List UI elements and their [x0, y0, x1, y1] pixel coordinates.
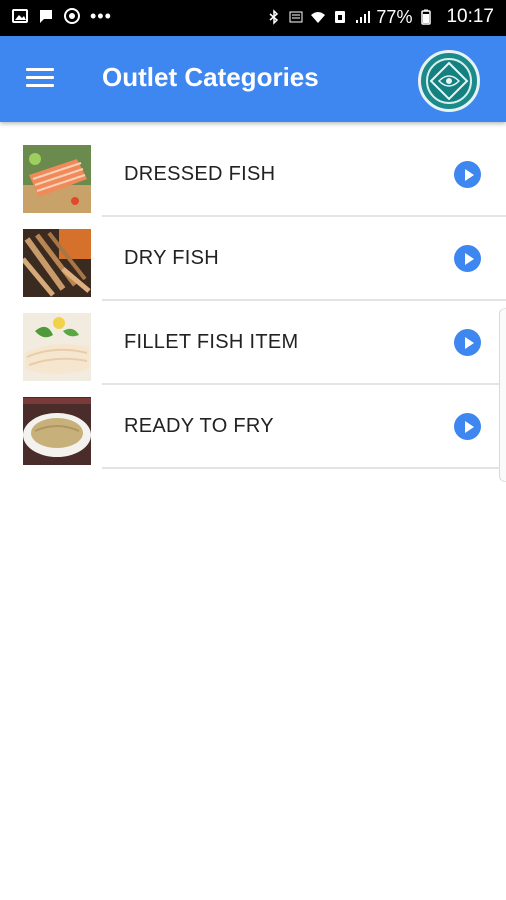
- category-row-fillet-fish-item[interactable]: FILLET FISH ITEM: [0, 301, 506, 385]
- hamburger-menu-icon[interactable]: [26, 68, 54, 90]
- chevron-right-circle-icon[interactable]: [454, 413, 481, 440]
- status-right-icons: 77% 10:17: [266, 6, 494, 28]
- dried-fish-image: [23, 229, 91, 297]
- message-icon: [40, 10, 52, 23]
- signal-icon: [356, 11, 371, 23]
- chevron-right-circle-icon[interactable]: [454, 161, 481, 188]
- white-fish-fillet-image: [23, 313, 91, 381]
- bluetooth-icon: [269, 9, 279, 25]
- battery-icon: [421, 9, 432, 25]
- chrome-icon: [64, 8, 80, 24]
- volte-icon: [289, 11, 303, 23]
- category-label: READY TO FRY: [124, 415, 274, 437]
- category-label: DRY FISH: [124, 247, 220, 269]
- image-icon: [12, 9, 28, 23]
- wifi-icon: [311, 12, 326, 23]
- category-row-dry-fish[interactable]: DRY FISH: [0, 217, 506, 301]
- brand-logo-icon[interactable]: [418, 50, 480, 112]
- chevron-right-circle-icon[interactable]: [454, 329, 481, 356]
- sim-icon: [335, 11, 346, 23]
- category-row-ready-to-fry[interactable]: READY TO FRY: [0, 385, 506, 469]
- status-time: 10:17: [446, 6, 494, 27]
- logo-emblem-icon: [426, 58, 472, 104]
- row-divider: [102, 467, 506, 469]
- page-title: Outlet Categories: [102, 62, 319, 92]
- status-bar: ••• 77% 10:17: [0, 0, 506, 36]
- status-left-icons: •••: [12, 6, 112, 26]
- app-bar: Outlet Categories: [0, 36, 506, 122]
- breaded-fish-image: [23, 397, 91, 465]
- category-row-dressed-fish[interactable]: DRESSED FISH: [0, 133, 506, 217]
- category-label: DRESSED FISH: [124, 163, 276, 185]
- category-list: DRESSED FISH DRY FISH FILLET FISH ITEM R…: [0, 133, 506, 469]
- salmon-fillet-image: [23, 145, 91, 213]
- chevron-right-circle-icon[interactable]: [454, 245, 481, 272]
- battery-percent: 77%: [376, 6, 413, 27]
- category-label: FILLET FISH ITEM: [124, 331, 299, 353]
- scroll-edge-handle[interactable]: [499, 308, 506, 482]
- more-dots-icon: •••: [90, 6, 112, 26]
